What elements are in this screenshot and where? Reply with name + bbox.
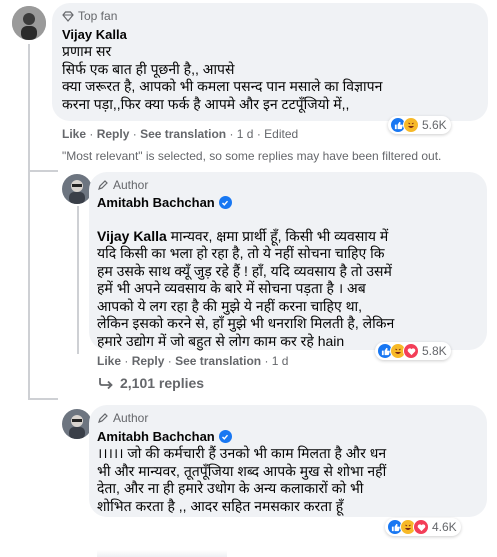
thread-branch <box>28 398 58 400</box>
reaction-count: 4.6K <box>432 520 457 534</box>
reaction-summary[interactable]: 5.6K <box>388 116 451 134</box>
love-icon <box>413 519 429 535</box>
reply-thread-line <box>77 206 79 354</box>
badge-label: Author <box>113 178 149 192</box>
author-badge: Author <box>97 411 148 425</box>
reply-text: ।।।।। जो की कर्मचारी हैं उनको भी काम मिल… <box>97 445 387 514</box>
reaction-count: 5.8K <box>422 344 447 358</box>
author-name[interactable]: Amitabh Bachchan <box>97 429 232 444</box>
replies-count: 2,101 replies <box>120 375 205 391</box>
like-link[interactable]: Like <box>97 354 121 368</box>
reply-link[interactable]: Reply <box>132 354 165 368</box>
mention-link[interactable]: Vijay Kalla <box>97 228 167 244</box>
author-name[interactable]: Amitabh Bachchan <box>97 195 232 210</box>
see-translation-link[interactable]: See translation <box>175 354 261 368</box>
timestamp[interactable]: 1 d <box>272 354 289 368</box>
filter-notice: "Most relevant" is selected, so some rep… <box>62 149 442 163</box>
author-name-text: Amitabh Bachchan <box>97 429 215 444</box>
comment-actions: Like · Reply · See translation · 1 d · E… <box>62 127 299 141</box>
reply-body: मान्यवर, क्षमा प्रार्थी हूँ, किसी भी व्य… <box>97 227 395 349</box>
pen-icon <box>98 413 108 423</box>
pen-icon <box>98 180 108 190</box>
love-icon <box>403 343 419 359</box>
top-fan-badge: Top fan <box>62 9 117 23</box>
author-avatar[interactable] <box>62 174 92 204</box>
commenter-avatar[interactable] <box>12 6 46 40</box>
like-link[interactable]: Like <box>62 127 86 141</box>
badge-label: Top fan <box>78 9 118 23</box>
reply-text: Vijay Kalla मान्यवर, क्षमा प्रार्थी हूँ,… <box>97 210 482 350</box>
reaction-summary[interactable]: 4.6K <box>385 518 461 536</box>
view-replies-link[interactable]: 2,101 replies <box>98 375 204 391</box>
reply-arrow-icon <box>99 378 113 389</box>
see-translation-link[interactable]: See translation <box>140 127 226 141</box>
thread-line <box>28 44 30 400</box>
edited-label: Edited <box>264 127 299 141</box>
thread-branch <box>28 170 58 172</box>
timestamp[interactable]: 1 d <box>237 127 254 141</box>
author-avatar[interactable] <box>62 409 92 439</box>
reaction-count: 5.6K <box>422 118 447 132</box>
comment-text: प्रणाम सर सिर्फ एक बात ही पूछनी है,, आपस… <box>62 43 383 112</box>
reply-actions: Like · Reply · See translation · 1 d <box>97 354 289 368</box>
reply-link[interactable]: Reply <box>97 127 130 141</box>
haha-icon <box>403 117 419 133</box>
diamond-icon <box>62 10 74 22</box>
verified-icon <box>218 196 232 209</box>
reaction-summary[interactable]: 5.8K <box>375 342 451 360</box>
verified-icon <box>218 430 232 443</box>
cut-off-actions <box>97 550 227 557</box>
author-name-text: Amitabh Bachchan <box>97 195 215 210</box>
commenter-name[interactable]: Vijay Kalla <box>62 27 127 42</box>
author-badge: Author <box>97 178 148 192</box>
badge-label: Author <box>113 411 149 425</box>
